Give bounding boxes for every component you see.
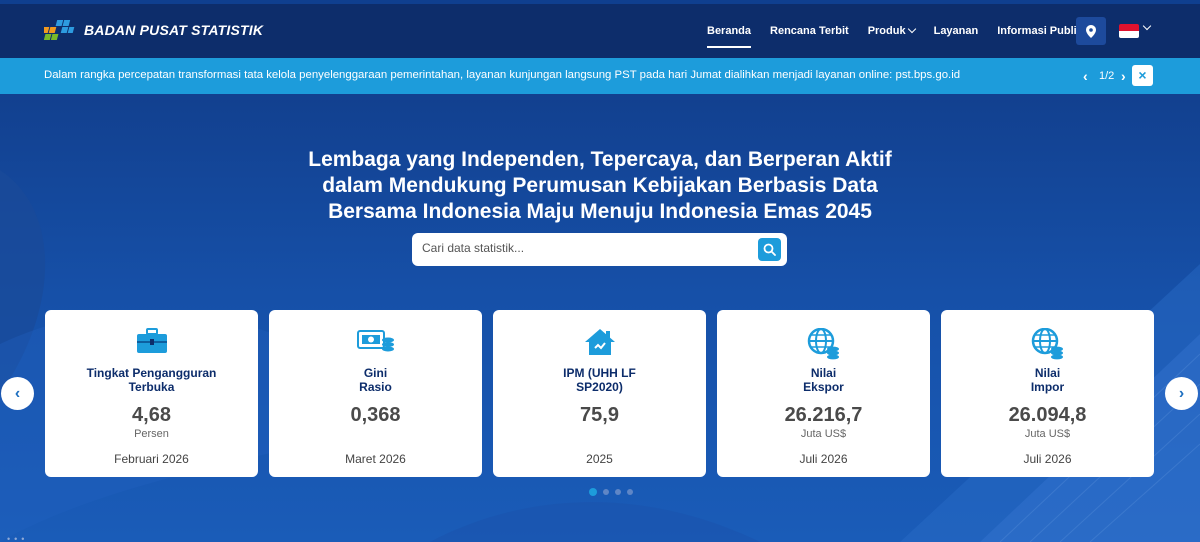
search-button[interactable] [758, 238, 781, 261]
stat-card-ipm[interactable]: IPM (UHH LF SP2020) 75,9 2025 [493, 310, 706, 477]
hero-section: Lembaga yang Independen, Tepercaya, dan … [0, 94, 1200, 542]
headline-line-2: dalam Mendukung Perumusan Kebijakan Berb… [322, 174, 878, 197]
carousel-dots [589, 488, 633, 496]
card-unit: Persen [134, 428, 169, 440]
announcement-prev-button[interactable]: ‹ [1083, 68, 1088, 84]
announcement-counter: 1/2 [1099, 70, 1115, 82]
globe-coins-icon [717, 328, 930, 360]
card-period: Maret 2026 [345, 452, 406, 466]
nav-item-beranda[interactable]: Beranda [707, 4, 752, 58]
bps-logo-icon [44, 20, 75, 40]
card-title-line: Ekspor [803, 380, 844, 394]
card-value: 26.094,8 [1008, 404, 1087, 426]
carousel-prev-button[interactable]: ‹ [1, 377, 34, 410]
card-title-line: Nilai [810, 366, 837, 380]
hero-headline: Lembaga yang Independen, Tepercaya, dan … [0, 147, 1200, 225]
money-coins-icon [269, 328, 482, 358]
card-title: IPM (UHH LF SP2020) [493, 366, 706, 394]
language-chevron-down-icon[interactable] [1142, 21, 1152, 31]
briefcase-icon [45, 328, 258, 358]
card-title: Nilai Impor [941, 366, 1154, 394]
card-period: Juli 2026 [799, 452, 848, 466]
search-box [412, 233, 787, 266]
card-period: 2025 [586, 452, 613, 466]
announcement-text: Dalam rangka percepatan transformasi tat… [44, 69, 961, 81]
card-title: Nilai Ekspor [717, 366, 930, 394]
stat-card-nilai-ekspor[interactable]: Nilai Ekspor 26.216,7 Juta US$ Juli 2026 [717, 310, 930, 477]
house-icon [493, 328, 706, 358]
nav-label: Rencana Terbit [770, 25, 849, 37]
card-title-line: Impor [1030, 380, 1065, 394]
carousel-dot[interactable] [627, 489, 633, 495]
card-title-line: IPM (UHH LF [563, 366, 636, 380]
card-unit: Juta US$ [800, 428, 847, 440]
nav-label: Informasi Publik [997, 25, 1083, 37]
stat-card-nilai-impor[interactable]: Nilai Impor 26.094,8 Juta US$ Juli 2026 [941, 310, 1154, 477]
announcement-bar: Dalam rangka percepatan transformasi tat… [0, 58, 1200, 94]
card-value: 0,368 [350, 404, 401, 426]
card-title: Gini Rasio [269, 366, 482, 394]
top-navbar: BADAN PUSAT STATISTIK Beranda Rencana Te… [0, 4, 1200, 58]
card-title-line: Terbuka [128, 380, 175, 394]
bps-logo[interactable]: BADAN PUSAT STATISTIK [44, 17, 263, 43]
card-value: 4,68 [132, 404, 171, 426]
card-title-line: SP2020) [576, 380, 623, 394]
carousel-next-button[interactable]: › [1165, 377, 1198, 410]
stat-card-pengangguran[interactable]: Tingkat Pengangguran Terbuka 4,68 Persen… [45, 310, 258, 477]
main-nav: Beranda Rencana Terbit Produk Layanan In… [707, 4, 1111, 58]
nav-label: Produk [867, 25, 906, 37]
search-icon [763, 243, 776, 256]
card-title-line: Gini [363, 366, 388, 380]
more-dots-icon: ••• [7, 534, 29, 542]
globe-coins-icon [941, 328, 1154, 360]
card-title-line: Tingkat Pengangguran [86, 366, 217, 380]
card-period: Februari 2026 [114, 452, 189, 466]
brand-name: BADAN PUSAT STATISTIK [84, 22, 264, 38]
search-input[interactable] [422, 241, 752, 255]
announcement-close-button[interactable]: × [1132, 65, 1153, 86]
card-title: Tingkat Pengangguran Terbuka [45, 366, 258, 394]
stat-card-gini-rasio[interactable]: Gini Rasio 0,368 Maret 2026 [269, 310, 482, 477]
nav-item-layanan[interactable]: Layanan [934, 4, 979, 58]
nav-item-produk[interactable]: Produk [867, 4, 916, 58]
announcement-next-button[interactable]: › [1121, 68, 1126, 84]
card-period: Juli 2026 [1023, 452, 1072, 466]
map-pin-icon [1086, 24, 1096, 38]
card-value: 75,9 [580, 404, 619, 426]
carousel-dot[interactable] [615, 489, 621, 495]
carousel-dot[interactable] [603, 489, 609, 495]
nav-label: Beranda [707, 25, 752, 37]
nav-item-rencana-terbit[interactable]: Rencana Terbit [770, 4, 849, 58]
card-title-line: Nilai [1034, 366, 1061, 380]
indonesia-flag-icon[interactable] [1119, 24, 1139, 38]
card-unit: Juta US$ [1024, 428, 1071, 440]
nav-label: Layanan [933, 25, 979, 37]
card-title-line: Rasio [359, 380, 392, 394]
card-value: 26.216,7 [784, 404, 863, 426]
headline-line-1: Lembaga yang Independen, Tepercaya, dan … [308, 148, 892, 171]
headline-line-3: Bersama Indonesia Maju Menuju Indonesia … [328, 200, 872, 223]
chevron-down-icon [907, 24, 916, 34]
carousel-dot[interactable] [589, 488, 597, 496]
location-button[interactable] [1076, 17, 1106, 45]
